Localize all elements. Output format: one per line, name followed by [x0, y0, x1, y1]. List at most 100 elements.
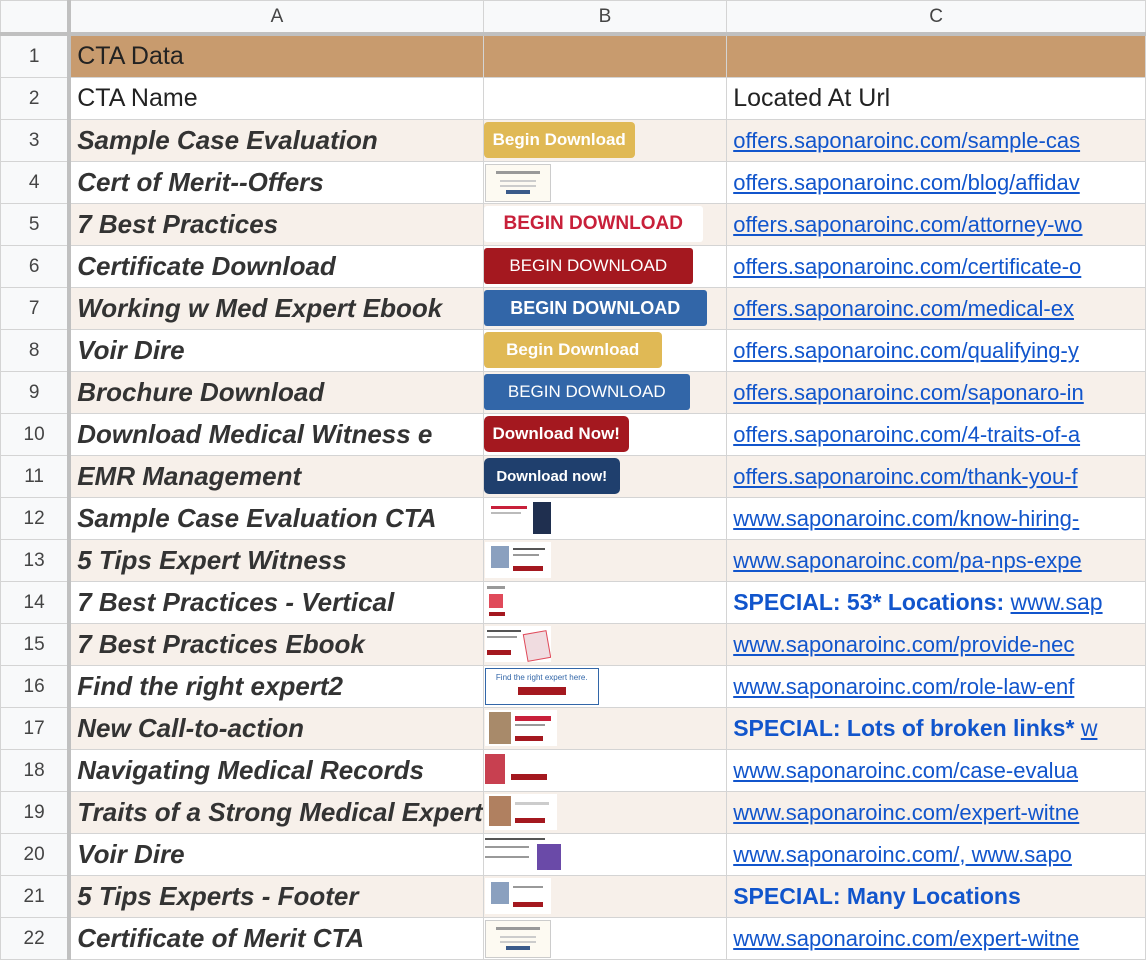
- url-link[interactable]: offers.saponaroinc.com/saponaro-in: [726, 371, 1146, 414]
- url-link[interactable]: offers.saponaroinc.com/blog/affidav: [726, 161, 1146, 204]
- url-link[interactable]: www.saponaroinc.com/pa-nps-expe: [726, 539, 1146, 582]
- url-link[interactable]: www.saponaroinc.com/case-evalua: [726, 749, 1146, 792]
- special-note-cell[interactable]: SPECIAL: Lots of broken links* w: [726, 707, 1146, 750]
- row-header[interactable]: 15: [0, 623, 72, 666]
- row-header[interactable]: 11: [0, 455, 72, 498]
- cta-image-cell[interactable]: [482, 707, 728, 750]
- thumbnail-image: [484, 920, 551, 958]
- cta-name-cell[interactable]: Traits of a Strong Medical Expert: [68, 791, 484, 834]
- cta-name-cell[interactable]: Find the right expert2: [68, 665, 484, 708]
- cta-image-cell[interactable]: Download Now!: [482, 413, 728, 456]
- cta-image-cell[interactable]: [482, 497, 728, 540]
- column-header-a[interactable]: A: [68, 0, 484, 36]
- row-header[interactable]: 8: [0, 329, 72, 372]
- cta-name-cell[interactable]: Sample Case Evaluation CTA: [68, 497, 484, 540]
- cta-image-cell[interactable]: [482, 539, 728, 582]
- url-link[interactable]: offers.saponaroinc.com/certificate-o: [726, 245, 1146, 288]
- cta-name-cell[interactable]: Download Medical Witness e: [68, 413, 484, 456]
- row-header[interactable]: 20: [0, 833, 72, 876]
- row-header[interactable]: 17: [0, 707, 72, 750]
- row-header[interactable]: 9: [0, 371, 72, 414]
- cta-name-cell[interactable]: Working w Med Expert Ebook: [68, 287, 484, 330]
- url-link[interactable]: w: [1081, 715, 1098, 741]
- cell-b2[interactable]: [482, 77, 728, 120]
- cta-name-cell[interactable]: 5 Tips Expert Witness: [68, 539, 484, 582]
- column-header-b[interactable]: B: [482, 0, 728, 36]
- url-link[interactable]: www.sap: [1011, 589, 1103, 615]
- cta-image-cell[interactable]: [482, 161, 728, 204]
- row-header[interactable]: 3: [0, 119, 72, 162]
- cta-image-cell[interactable]: Download now!: [482, 455, 728, 498]
- cta-image-cell[interactable]: [482, 917, 728, 960]
- url-link[interactable]: www.saponaroinc.com/role-law-enf: [726, 665, 1146, 708]
- column-header-c[interactable]: C: [726, 0, 1146, 36]
- cta-name-cell[interactable]: 7 Best Practices: [68, 203, 484, 246]
- url-link-secondary[interactable]: , www.sapo: [959, 842, 1072, 867]
- url-link[interactable]: offers.saponaroinc.com/sample-cas: [726, 119, 1146, 162]
- thumbnail-image: [484, 794, 557, 830]
- row-header[interactable]: 21: [0, 875, 72, 918]
- cta-image-cell[interactable]: [482, 749, 728, 792]
- cta-name-cell[interactable]: New Call-to-action: [68, 707, 484, 750]
- cta-image-cell[interactable]: Find the right expert here.: [482, 665, 728, 708]
- url-link[interactable]: www.saponaroinc.com/provide-nec: [726, 623, 1146, 666]
- url-link[interactable]: www.saponaroinc.com/expert-witne: [726, 917, 1146, 960]
- thumbnail-image: [484, 584, 509, 620]
- url-link[interactable]: offers.saponaroinc.com/thank-you-f: [726, 455, 1146, 498]
- cta-image-cell[interactable]: BEGIN DOWNLOAD: [482, 203, 728, 246]
- title-cell[interactable]: CTA Data: [68, 33, 484, 78]
- url-link[interactable]: www.saponaroinc.com/expert-witne: [726, 791, 1146, 834]
- row-header[interactable]: 6: [0, 245, 72, 288]
- cta-name-cell[interactable]: Voir Dire: [68, 329, 484, 372]
- cta-name-cell[interactable]: Certificate of Merit CTA: [68, 917, 484, 960]
- cta-image-cell[interactable]: [482, 791, 728, 834]
- row-header[interactable]: 2: [0, 77, 72, 120]
- cta-name-cell[interactable]: 5 Tips Experts - Footer: [68, 875, 484, 918]
- cta-name-cell[interactable]: Certificate Download: [68, 245, 484, 288]
- row-header[interactable]: 4: [0, 161, 72, 204]
- cta-name-cell[interactable]: Cert of Merit--Offers: [68, 161, 484, 204]
- url-link[interactable]: offers.saponaroinc.com/4-traits-of-a: [726, 413, 1146, 456]
- cta-image-cell[interactable]: [482, 875, 728, 918]
- cta-name-cell[interactable]: Voir Dire: [68, 833, 484, 876]
- select-all-corner[interactable]: [0, 0, 72, 36]
- row-header[interactable]: 16: [0, 665, 72, 708]
- cta-image-cell[interactable]: [482, 623, 728, 666]
- cta-name-cell[interactable]: Sample Case Evaluation: [68, 119, 484, 162]
- cta-image-cell[interactable]: [482, 581, 728, 624]
- row-header[interactable]: 12: [0, 497, 72, 540]
- url-link[interactable]: www.saponaroinc.com/: [733, 842, 959, 867]
- cta-name-cell[interactable]: Brochure Download: [68, 371, 484, 414]
- column-label-cta-name[interactable]: CTA Name: [68, 77, 484, 120]
- cta-name-cell[interactable]: Navigating Medical Records: [68, 749, 484, 792]
- special-note[interactable]: SPECIAL: Many Locations: [726, 875, 1146, 918]
- row-header[interactable]: 18: [0, 749, 72, 792]
- row-header[interactable]: 5: [0, 203, 72, 246]
- cta-name-cell[interactable]: 7 Best Practices - Vertical: [68, 581, 484, 624]
- cell-b1[interactable]: [482, 33, 728, 78]
- cta-image-cell[interactable]: Begin Download: [482, 119, 728, 162]
- special-note-cell[interactable]: SPECIAL: 53* Locations: www.sap: [726, 581, 1146, 624]
- cta-image-cell[interactable]: BEGIN DOWNLOAD: [482, 245, 728, 288]
- cta-image-cell[interactable]: Begin Download: [482, 329, 728, 372]
- cta-name-cell[interactable]: EMR Management: [68, 455, 484, 498]
- cta-name-cell[interactable]: 7 Best Practices Ebook: [68, 623, 484, 666]
- cell-c1[interactable]: [726, 33, 1146, 78]
- row-header[interactable]: 22: [0, 917, 72, 960]
- row-header[interactable]: 14: [0, 581, 72, 624]
- row-header[interactable]: 13: [0, 539, 72, 582]
- url-link[interactable]: www.saponaroinc.com/know-hiring-: [726, 497, 1146, 540]
- row-header[interactable]: 19: [0, 791, 72, 834]
- cta-image-cell[interactable]: [482, 833, 728, 876]
- row-header[interactable]: 10: [0, 413, 72, 456]
- url-cell[interactable]: www.saponaroinc.com/, www.sapo: [726, 833, 1146, 876]
- cta-button-image: BEGIN DOWNLOAD: [484, 248, 693, 284]
- cta-image-cell[interactable]: BEGIN DOWNLOAD: [482, 371, 728, 414]
- row-header[interactable]: 1: [0, 33, 72, 78]
- row-header[interactable]: 7: [0, 287, 72, 330]
- cta-image-cell[interactable]: BEGIN DOWNLOAD: [482, 287, 728, 330]
- url-link[interactable]: offers.saponaroinc.com/medical-ex: [726, 287, 1146, 330]
- column-label-url[interactable]: Located At Url: [726, 77, 1146, 120]
- url-link[interactable]: offers.saponaroinc.com/qualifying-y: [726, 329, 1146, 372]
- url-link[interactable]: offers.saponaroinc.com/attorney-wo: [726, 203, 1146, 246]
